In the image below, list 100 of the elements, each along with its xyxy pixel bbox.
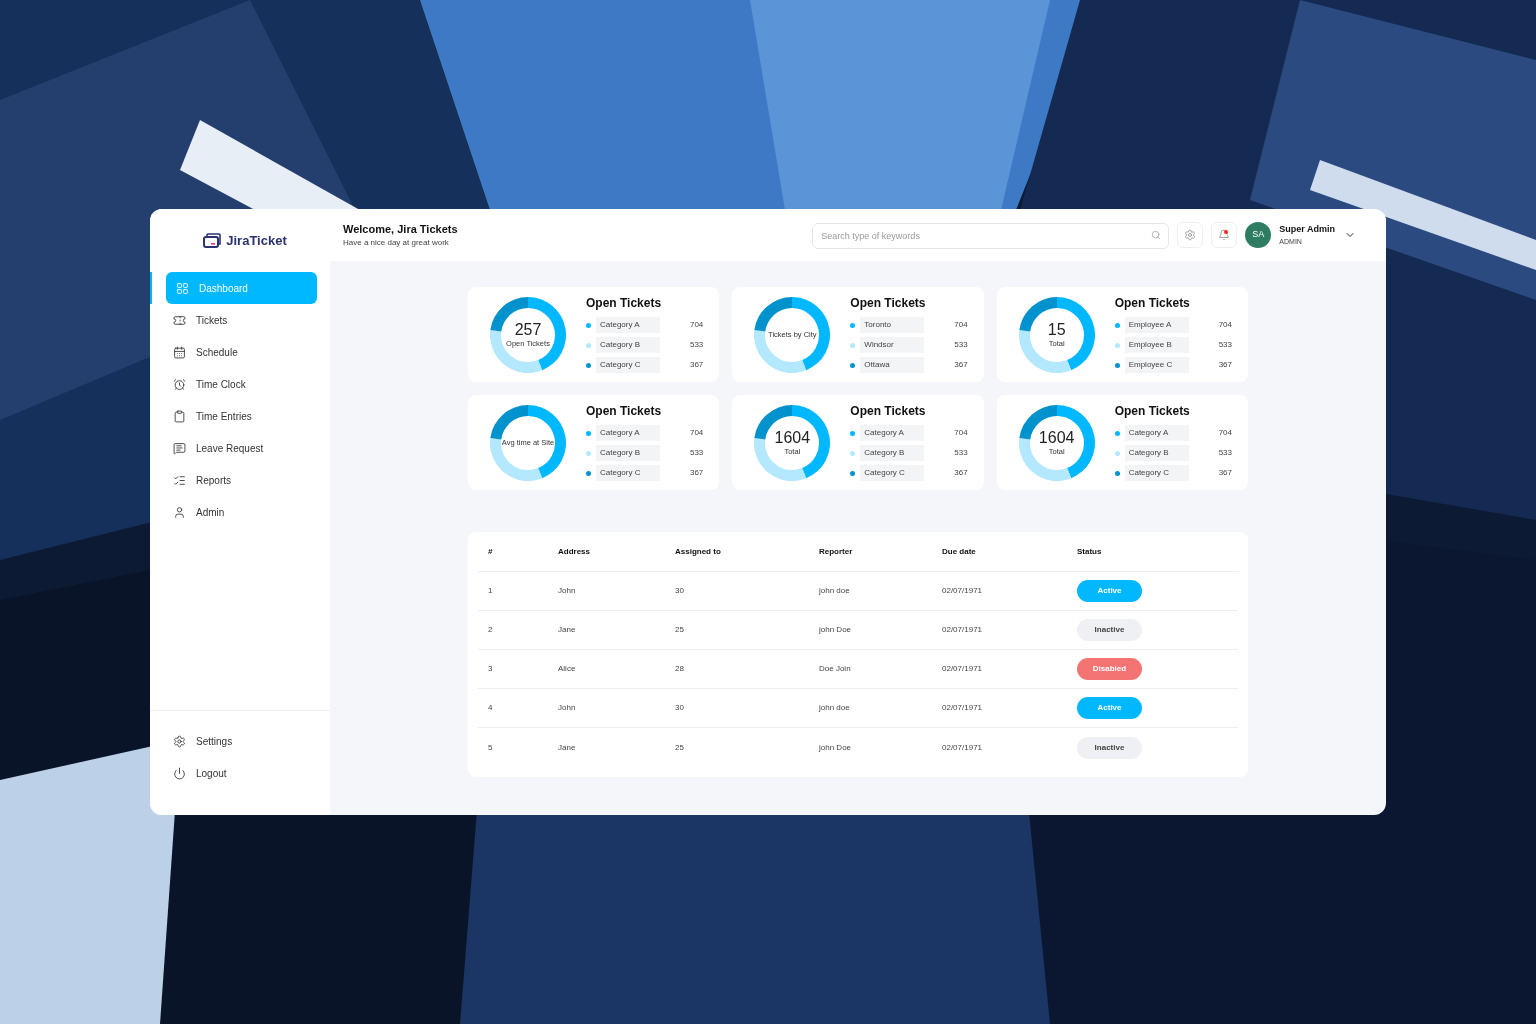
table-cell-text: John (558, 585, 577, 597)
card-title: Open Tickets (1114, 295, 1190, 312)
column-header: Reporter (819, 545, 854, 558)
legend-value: 704 (1218, 319, 1232, 331)
alarm-clock-icon (173, 377, 186, 391)
legend-label: Category A (596, 425, 660, 441)
legend-value: 704 (689, 319, 704, 331)
legend-label: Category B (1124, 445, 1189, 461)
legend-label: Category A (860, 425, 925, 441)
table-cell-text: 25 (675, 741, 685, 754)
status-badge: Inactive (1077, 736, 1142, 759)
nav-item[interactable]: Reports (166, 464, 317, 496)
total-value: 1604 (1038, 428, 1075, 447)
status-badge: Inactive (1077, 619, 1142, 641)
column-header: # (488, 545, 494, 558)
legend-value: 367 (689, 467, 704, 479)
table-cell-text: 30 (675, 702, 685, 714)
legend-value: 367 (954, 359, 968, 371)
nav-item[interactable]: Time Entries (166, 400, 317, 432)
legend-value: 704 (1218, 427, 1232, 439)
nav-item[interactable]: Logout (166, 757, 317, 789)
legend-value: 533 (1218, 447, 1232, 459)
legend-label: Category B (596, 445, 660, 461)
legend-value: 704 (954, 319, 968, 331)
table-cell-text: 28 (675, 663, 685, 675)
legend-label: Toronto (860, 317, 925, 333)
column-header: Due date (942, 545, 977, 558)
card-title: Open Tickets (586, 403, 662, 420)
legend-label: Category C (596, 465, 660, 481)
table-cell-text: John (558, 702, 577, 714)
welcome-title: Welcome, Jira Tickets (343, 221, 458, 237)
table-cell-text: 1 (488, 585, 494, 597)
active-indicator (150, 272, 152, 304)
nav-item[interactable]: Schedule (166, 336, 317, 368)
legend-label: Category B (596, 337, 660, 353)
user-name: Super Admin (1279, 223, 1335, 236)
table-cell-text: 4 (488, 702, 494, 714)
total-value: 15 (1047, 320, 1066, 339)
table-cell-text: Doe Join (819, 663, 852, 675)
nav-item[interactable]: Tickets (166, 304, 317, 336)
legend-label: Ottawa (860, 357, 925, 373)
column-header: Assigned to (675, 545, 722, 558)
user-icon (173, 505, 186, 519)
message-icon (173, 441, 186, 455)
table-cell-text: john Doe (819, 741, 853, 754)
bell-icon (1218, 229, 1231, 241)
legend-label: Category C (1124, 465, 1189, 481)
table-cell-text: 3 (488, 663, 494, 675)
legend-label: Category A (596, 317, 660, 333)
search-icon (1151, 230, 1162, 240)
table-cell-text: 02/07/1971 (942, 624, 984, 636)
settings-icon (1184, 229, 1197, 241)
grid-icon (176, 281, 189, 295)
search-field[interactable]: Search type of keywords (812, 223, 1170, 249)
nav-item[interactable]: Settings (166, 725, 317, 757)
legend-value: 704 (689, 427, 704, 439)
power-icon (173, 766, 186, 780)
table-cell-text: john doe (819, 702, 851, 714)
clipboard-icon (173, 409, 186, 423)
legend-label: Category A (1124, 425, 1189, 441)
nav-item[interactable]: Time Clock (166, 368, 317, 400)
table-cell-text: Jane (558, 624, 577, 636)
ticket-icon (173, 313, 186, 327)
table-cell-text: Jane (558, 741, 577, 754)
status-badge: Active (1077, 580, 1142, 602)
legend-value: 533 (954, 339, 968, 351)
legend-label: Employee C (1124, 357, 1189, 373)
checklist-icon (173, 473, 186, 487)
column-header: Status (1077, 545, 1103, 558)
legend-value: 533 (689, 339, 704, 351)
table-cell-text: 5 (488, 741, 494, 754)
status-badge: Disabled (1077, 658, 1142, 680)
total-value: 257 (514, 320, 542, 339)
card-title: Open Tickets (850, 295, 926, 312)
card-title: Open Tickets (586, 295, 662, 312)
legend-value: 533 (689, 447, 704, 459)
table-cell-text: 30 (675, 585, 685, 597)
legend-label: Category C (860, 465, 925, 481)
legend-label: Employee A (1124, 317, 1189, 333)
table-cell-text: 02/07/1971 (942, 663, 984, 675)
legend-value: 533 (954, 447, 968, 459)
total-value: 1604 (774, 428, 811, 447)
nav-item[interactable]: Leave Request (166, 432, 317, 464)
legend-label: Category B (860, 445, 925, 461)
table-cell-text: 02/07/1971 (942, 702, 984, 714)
legend-value: 367 (689, 359, 704, 371)
card-title: Open Tickets (1114, 403, 1190, 420)
settings-icon (173, 734, 186, 748)
legend-value: 367 (954, 467, 968, 479)
legend-value: 704 (954, 427, 968, 439)
table-cell-text: 02/07/1971 (942, 741, 984, 754)
legend-label: Category C (596, 357, 660, 373)
legend-value: 533 (1218, 339, 1232, 351)
nav-item[interactable]: Admin (166, 496, 317, 528)
table-cell-text: john Doe (819, 624, 853, 636)
notification-button[interactable] (1211, 222, 1238, 248)
user-avatar[interactable]: SA (1245, 222, 1272, 248)
table-cell-text: john doe (819, 585, 851, 597)
welcome-subtitle: Have a nice day at great work (343, 237, 450, 250)
settings-button[interactable] (1177, 222, 1204, 248)
